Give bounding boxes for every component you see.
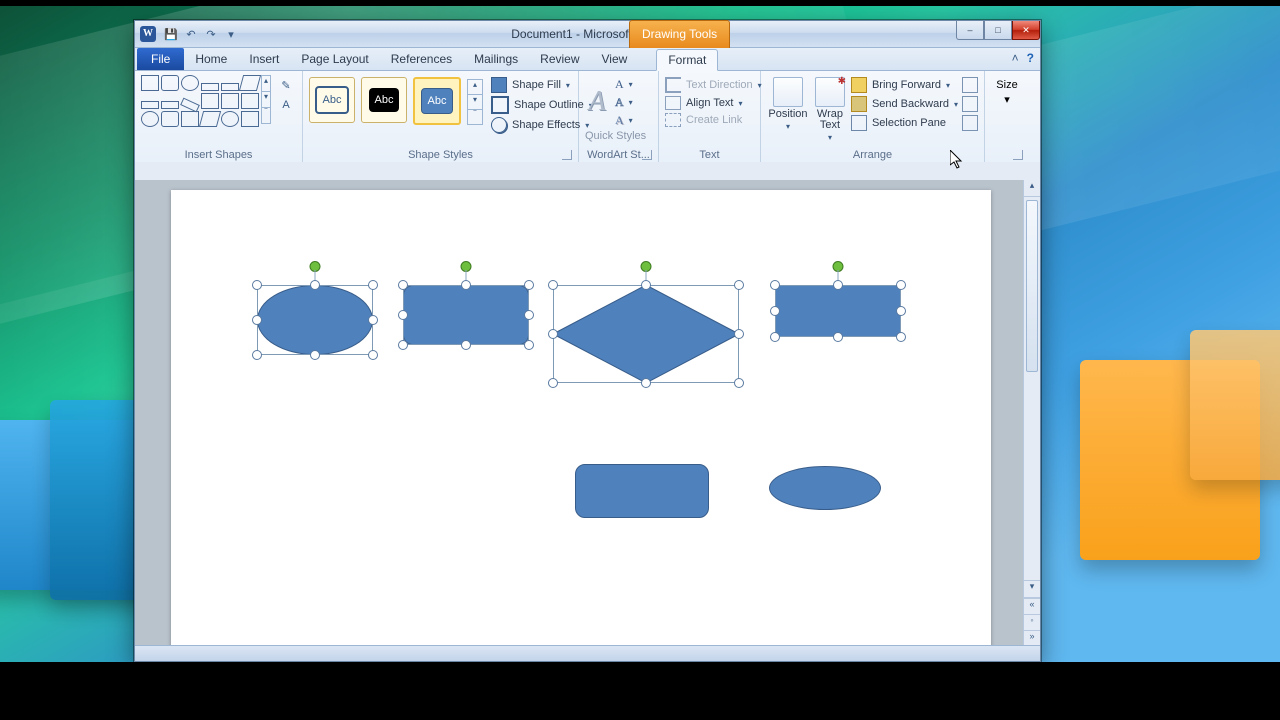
rotate-icon[interactable] (962, 115, 978, 131)
wrap-text-button[interactable]: ✱ Wrap Text▾ (809, 75, 851, 142)
align-icon[interactable] (962, 77, 978, 93)
group-label-text: Text (665, 149, 754, 163)
page[interactable] (171, 190, 991, 646)
scroll-down-icon[interactable]: ▾ (1024, 580, 1040, 598)
prev-page-icon[interactable]: « (1024, 598, 1040, 614)
vertical-scrollbar[interactable]: ▴ ▾ « ◦ » (1023, 180, 1040, 646)
text-fill-button[interactable]: A▾ (615, 77, 633, 92)
send-backward-icon (851, 96, 867, 112)
word-icon (140, 26, 156, 42)
shape-fill-icon (491, 77, 507, 93)
shape-rect-selected[interactable] (775, 285, 901, 337)
qat-more-icon[interactable]: ▾ (223, 26, 239, 42)
help-icon[interactable]: ? (1027, 51, 1034, 65)
shape-outline-button[interactable]: Shape Outline▾ (491, 96, 593, 114)
selection-pane-icon (851, 115, 867, 131)
size-button[interactable]: Size▾ (991, 75, 1023, 106)
qat-redo-icon[interactable]: ↷ (203, 26, 219, 42)
send-backward-button[interactable]: Send Backward▾ (851, 96, 958, 112)
shape-rounded-rect-selected[interactable] (403, 285, 529, 345)
tab-file[interactable]: File (137, 48, 184, 70)
create-link-button: Create Link (665, 113, 762, 127)
tab-review[interactable]: Review (529, 48, 590, 70)
position-icon (773, 77, 803, 107)
shape-gallery[interactable] (141, 75, 259, 127)
next-page-icon[interactable]: » (1024, 630, 1040, 646)
ribbon-collapse-icon[interactable]: ˄ (1012, 51, 1019, 65)
shape-diamond-selected[interactable] (553, 285, 739, 383)
shape-gallery-scroll[interactable]: ▴▾‾ (261, 75, 271, 124)
quick-access-toolbar: 💾 ↶ ↷ ▾ (163, 26, 239, 42)
shape-ellipse[interactable] (769, 466, 881, 510)
quick-styles-label: Quick Styles (585, 131, 646, 141)
close-button[interactable]: ✕ (1012, 21, 1040, 40)
group-label-wordart: WordArt St... (585, 149, 652, 163)
shape-effects-icon (491, 117, 507, 133)
selection-pane-button[interactable]: Selection Pane (851, 115, 958, 131)
title-bar[interactable]: 💾 ↶ ↷ ▾ Document1 - Microsoft Word Drawi… (135, 21, 1040, 48)
shape-rounded-rect[interactable] (575, 464, 709, 518)
document-canvas[interactable] (135, 180, 1024, 646)
tab-view[interactable]: View (591, 48, 639, 70)
text-direction-button: Text Direction▾ (665, 77, 762, 93)
word-window: 💾 ↶ ↷ ▾ Document1 - Microsoft Word Drawi… (134, 20, 1041, 662)
qat-undo-icon[interactable]: ↶ (183, 26, 199, 42)
tab-mailings[interactable]: Mailings (463, 48, 529, 70)
minimize-button[interactable]: – (956, 21, 984, 40)
bring-forward-button[interactable]: Bring Forward▾ (851, 77, 958, 93)
shape-ellipse-selected[interactable] (257, 285, 373, 355)
ribbon: ▴▾‾ ✎ A Insert Shapes Abc Abc Abc ▴▾‾ Sh (135, 71, 1040, 164)
shape-style-more[interactable]: ▴▾‾ (467, 79, 483, 125)
tab-insert[interactable]: Insert (238, 48, 290, 70)
scroll-thumb[interactable] (1026, 200, 1038, 372)
qat-save-icon[interactable]: 💾 (163, 26, 179, 42)
edit-shape-icon[interactable]: ✎ (276, 75, 296, 95)
text-effects-button[interactable]: A▾ (615, 113, 633, 128)
group-label-insert-shapes: Insert Shapes (141, 149, 296, 163)
align-text-icon (665, 96, 681, 110)
group-label-shape-styles: Shape Styles (309, 149, 572, 163)
text-direction-icon (665, 77, 681, 93)
group-icon[interactable] (962, 96, 978, 112)
text-box-icon[interactable]: A (276, 95, 296, 115)
document-area: ▴ ▾ « ◦ » (135, 162, 1040, 646)
group-label-arrange: Arrange (767, 149, 978, 163)
wrap-text-icon: ✱ (815, 77, 845, 107)
contextual-tab-label: Drawing Tools (629, 20, 730, 48)
bring-forward-icon (851, 77, 867, 93)
position-button[interactable]: Position▾ (767, 75, 809, 131)
title-text: Document1 - Microsoft Word (135, 21, 1040, 47)
status-bar[interactable] (135, 645, 1040, 661)
text-outline-button[interactable]: A▾ (615, 95, 633, 110)
tab-page-layout[interactable]: Page Layout (290, 48, 379, 70)
tab-references[interactable]: References (380, 48, 463, 70)
browse-object-icon[interactable]: ◦ (1024, 614, 1040, 630)
ribbon-tabs: File Home Insert Page Layout References … (135, 48, 1040, 71)
scroll-up-icon[interactable]: ▴ (1024, 180, 1040, 197)
tab-home[interactable]: Home (184, 48, 238, 70)
shape-style-gallery[interactable]: Abc Abc Abc ▴▾‾ (309, 77, 483, 125)
wordart-quick-styles-icon[interactable]: A (585, 83, 609, 123)
create-link-icon (665, 113, 681, 127)
group-label-size (991, 148, 1023, 163)
shape-outline-icon (491, 96, 509, 114)
horizontal-ruler[interactable] (135, 162, 1040, 181)
align-text-button[interactable]: Align Text▾ (665, 96, 762, 110)
shape-effects-button[interactable]: Shape Effects▾ (491, 117, 593, 133)
tab-format[interactable]: Format (656, 49, 718, 71)
maximize-button[interactable]: □ (984, 21, 1012, 40)
shape-fill-button[interactable]: Shape Fill▾ (491, 77, 593, 93)
